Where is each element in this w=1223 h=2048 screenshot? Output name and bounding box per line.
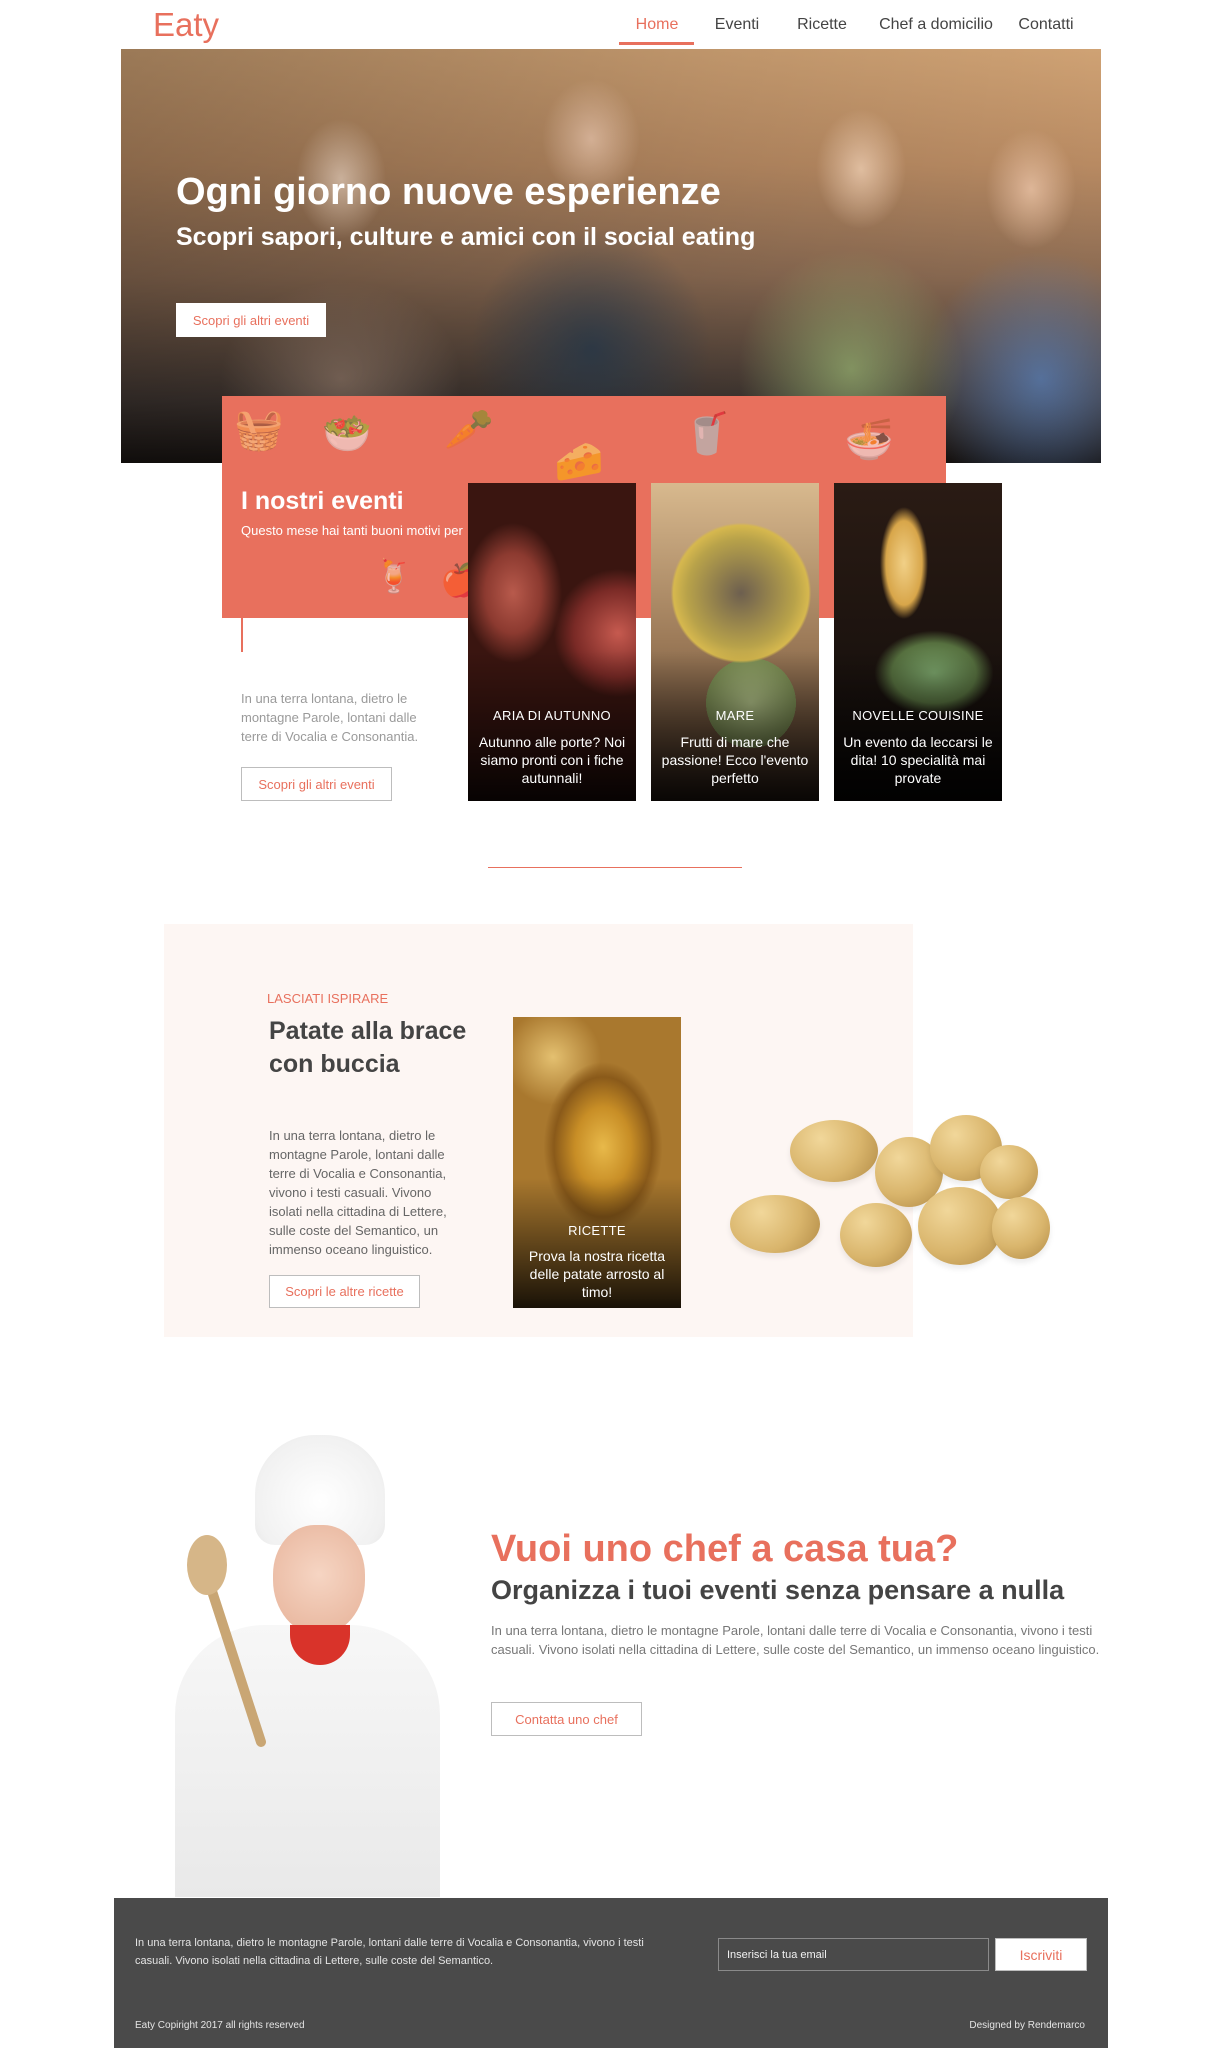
potato [918, 1187, 1002, 1265]
active-nav-indicator [619, 42, 694, 45]
main-nav: Home Eventi Ricette Chef a domicilio Con… [0, 14, 1223, 50]
recipe-card-description: Prova la nostra ricetta delle patate arr… [528, 1248, 666, 1300]
potato [730, 1195, 820, 1253]
events-subtitle: Questo mese hai tanti buoni motivi per [241, 523, 463, 538]
chef-subtitle: Organizza i tuoi eventi senza pensare a … [491, 1575, 1065, 1605]
event-card-category: NOVELLE COUISINE [852, 708, 984, 723]
chef-face [273, 1525, 365, 1635]
newsletter-email-input[interactable] [718, 1938, 989, 1971]
nav-item-chef-a-domicilio[interactable]: Chef a domicilio [878, 16, 994, 34]
bread-basket-icon: 🧺 [234, 408, 284, 452]
potato [980, 1145, 1038, 1199]
noodles-icon: 🍜 [844, 418, 894, 462]
event-card-autunno[interactable]: ARIA DI AUTUNNO Autunno alle porte? Noi … [468, 483, 636, 801]
event-card-description: Frutti di mare che passione! Ecco l'even… [661, 734, 809, 786]
potato [840, 1203, 912, 1267]
nav-item-home[interactable]: Home [628, 16, 686, 34]
recipe-tag: LASCIATI ISPIRARE [267, 991, 389, 1006]
wooden-spoon-icon [187, 1535, 227, 1595]
designed-by-text: Designed by Rendemarco [969, 2020, 1085, 2031]
footer-text: In una terra lontana, dietro le montagne… [135, 1937, 644, 1967]
events-title: I nostri eventi [241, 487, 404, 515]
smoothie-icon: 🥤 [682, 412, 732, 456]
carrot-icon: 🥕 [444, 408, 494, 452]
hero-discover-events-button[interactable]: Scopri gli altri eventi [176, 303, 326, 337]
potato [992, 1197, 1050, 1259]
event-card-description: Un evento da leccarsi le dita! 10 specia… [843, 734, 993, 786]
salad-bowl-icon: 🥗 [322, 412, 372, 456]
accent-vertical-line [241, 586, 243, 652]
cheese-icon: 🧀 [554, 440, 604, 484]
juice-glass-icon: 🍹 [374, 558, 414, 594]
section-divider [488, 867, 742, 868]
event-card-category: MARE [715, 708, 755, 723]
events-discover-button[interactable]: Scopri gli altri eventi [241, 767, 392, 801]
nav-item-ricette[interactable]: Ricette [794, 16, 850, 34]
potato [790, 1120, 878, 1182]
recipe-title: Patate alla brace con buccia [269, 1017, 467, 1078]
hero-subtitle: Scopri sapori, culture e amici con il so… [176, 223, 756, 251]
chef-illustration [175, 1435, 440, 1897]
event-card-novelle-couisine[interactable]: NOVELLE COUISINE Un evento da leccarsi l… [834, 483, 1002, 801]
subscribe-button[interactable]: Iscriviti [995, 1938, 1087, 1971]
event-card-mare[interactable]: MARE Frutti di mare che passione! Ecco l… [651, 483, 819, 801]
contact-chef-button[interactable]: Contatta uno chef [491, 1702, 642, 1736]
event-card-category: ARIA DI AUTUNNO [493, 708, 611, 723]
chef-description: In una terra lontana, dietro le montagne… [491, 1623, 1100, 1657]
copyright-text: Eaty Copiright 2017 all rights reserved [135, 2020, 305, 2031]
recipe-card[interactable]: RICETTE Prova la nostra ricetta delle pa… [513, 1017, 681, 1308]
events-description: In una terra lontana, dietro le montagne… [241, 691, 419, 744]
nav-item-contatti[interactable]: Contatti [1016, 16, 1076, 34]
recipe-card-category: RICETTE [568, 1223, 626, 1238]
chef-jacket [175, 1625, 440, 1897]
potatoes-image [730, 1115, 1050, 1275]
recipe-description: In una terra lontana, dietro le montagne… [269, 1128, 447, 1257]
more-recipes-button[interactable]: Scopri le altre ricette [269, 1275, 420, 1308]
hero-title: Ogni giorno nuove esperienze [176, 171, 721, 213]
chef-title: Vuoi uno chef a casa tua? [491, 1528, 959, 1570]
event-card-description: Autunno alle porte? Noi siamo pronti con… [478, 734, 626, 786]
nav-item-eventi[interactable]: Eventi [712, 16, 762, 34]
